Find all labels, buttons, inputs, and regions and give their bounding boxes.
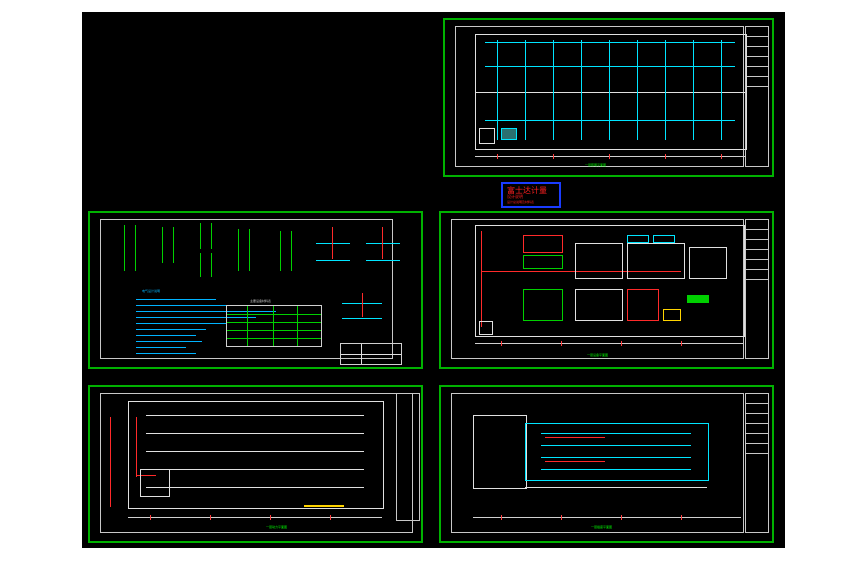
equipment-row-3 — [523, 289, 563, 321]
title-block — [745, 393, 769, 533]
power-room — [140, 469, 170, 497]
system-diagram-2 — [162, 227, 174, 263]
drawing-sheet-socket-plan[interactable]: 一层插座平面图 — [439, 385, 774, 543]
notes-heading: 电气设计说明 — [142, 289, 161, 293]
drawing-sheet-lighting-plan[interactable]: 一层照明平面图 — [443, 18, 774, 177]
equipment-green-block — [687, 295, 709, 303]
stair-symbol — [479, 128, 495, 144]
sheet-label: 一层设备平面图 — [587, 353, 609, 357]
system-diagram-6 — [280, 231, 292, 271]
drawing-sheet-power-plan[interactable]: 一层动力平面图 — [88, 385, 423, 543]
title-line-3: 设计总说明及材料表 — [507, 200, 535, 204]
equipment-cyan-1 — [627, 235, 649, 243]
stair-symbol — [479, 321, 493, 335]
equipment-row-1 — [523, 235, 563, 253]
title-block-right — [396, 393, 420, 521]
drawing-sheet-design-notes[interactable]: 电气设计说明 主要设备材料表 — [88, 211, 423, 369]
riser-diagram-2 — [366, 243, 400, 261]
sheet-label: 一层照明平面图 — [585, 163, 607, 167]
sheet-label: 一层动力平面图 — [266, 525, 288, 529]
sheet-title-block — [340, 343, 402, 365]
system-diagram-4 — [200, 253, 212, 277]
cad-model-space[interactable]: 一层照明平面图 富士达计量 设计说明 设计总说明及材料表 电气设计说明 主要设备… — [82, 12, 785, 548]
drawing-sheet-equipment-plan[interactable]: 一层设备平面图 — [439, 211, 774, 369]
title-block — [745, 219, 769, 359]
equipment-row-6 — [575, 289, 623, 321]
system-diagram-1 — [124, 225, 136, 271]
equipment-row-5 — [627, 243, 685, 279]
yellow-cable — [304, 505, 344, 507]
system-diagram-3 — [200, 223, 212, 249]
system-diagram-5 — [238, 229, 250, 271]
distribution-box — [501, 128, 517, 140]
equipment-right — [689, 247, 727, 279]
material-table — [226, 305, 322, 347]
equipment-row-4 — [575, 243, 623, 279]
building-outline-right — [525, 423, 709, 481]
equipment-row-7 — [627, 289, 659, 321]
drawing-title-stamp[interactable]: 富士达计量 设计说明 设计总说明及材料表 — [501, 182, 561, 208]
building-outline-left — [473, 415, 527, 489]
equipment-cyan-2 — [653, 235, 675, 243]
sheet-label: 一层插座平面图 — [591, 525, 613, 529]
title-block — [745, 26, 769, 167]
table-title: 主要设备材料表 — [250, 299, 272, 303]
equipment-row-2 — [523, 255, 563, 269]
equipment-yellow — [663, 309, 681, 321]
riser-diagram-1 — [316, 243, 350, 261]
